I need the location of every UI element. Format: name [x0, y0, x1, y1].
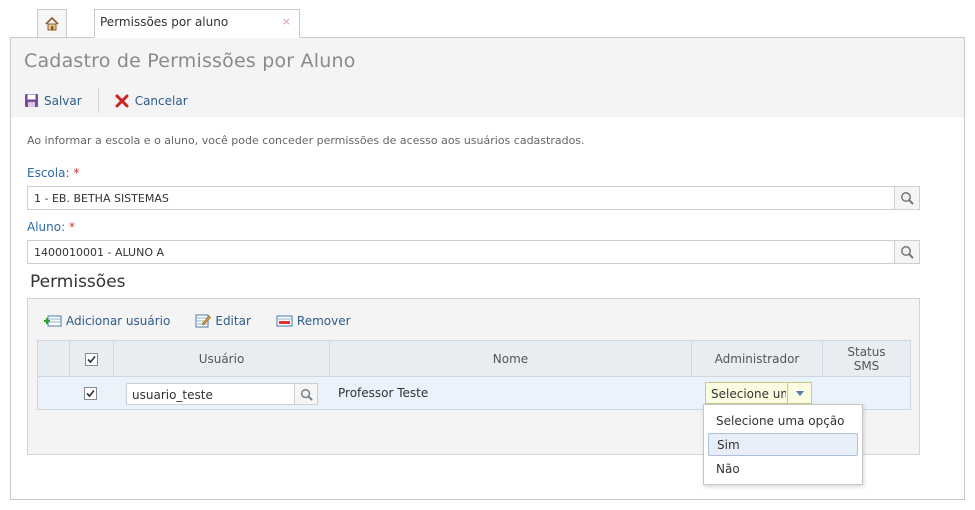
add-user-label: Adicionar usuário: [66, 313, 171, 328]
aluno-label: Aluno: *: [27, 220, 75, 234]
permissions-toolbar: Adicionar usuário Editar Remover: [44, 313, 376, 328]
tab-permissoes-por-aluno[interactable]: Permissões por aluno ×: [94, 9, 300, 38]
aluno-lookup-field[interactable]: 1400010001 - ALUNO A: [27, 240, 920, 264]
save-icon: [25, 94, 38, 107]
form-hint: Ao informar a escola e o aluno, você pod…: [27, 134, 585, 147]
header-select-all: [70, 341, 114, 377]
edit-label: Editar: [215, 313, 251, 328]
required-marker: *: [73, 166, 80, 180]
search-icon: [901, 192, 914, 205]
aluno-label-text: Aluno:: [27, 220, 66, 234]
toolbar-divider: [97, 88, 99, 113]
page-title: Cadastro de Permissões por Aluno: [24, 50, 356, 72]
row-checkbox[interactable]: [84, 386, 97, 400]
add-user-button[interactable]: Adicionar usuário: [44, 314, 170, 328]
usuario-value: usuario_teste: [132, 388, 213, 402]
remove-row-icon: [276, 315, 293, 326]
aluno-value: 1400010001 - ALUNO A: [34, 246, 165, 259]
header-status-sms[interactable]: Status SMS: [823, 341, 910, 377]
usuario-search-button[interactable]: [294, 384, 317, 404]
row-checkbox-cell: [84, 377, 97, 409]
escola-lookup-field[interactable]: 1 - EB. BETHA SISTEMAS: [27, 186, 920, 210]
search-icon: [300, 388, 313, 401]
cancel-label: Cancelar: [134, 93, 188, 108]
header-status-line1: Status: [847, 345, 886, 359]
toolbar: Salvar Cancelar: [24, 88, 188, 113]
header-usuario[interactable]: Usuário: [114, 341, 330, 377]
tab-bar: Permissões por aluno ×: [0, 0, 975, 38]
dropdown-arrow-icon: [795, 390, 804, 396]
escola-search-button[interactable]: [894, 187, 919, 209]
cancel-button[interactable]: Cancelar: [115, 94, 188, 108]
usuario-lookup-field[interactable]: usuario_teste: [126, 383, 318, 405]
aluno-search-button[interactable]: [894, 241, 919, 263]
escola-value: 1 - EB. BETHA SISTEMAS: [34, 192, 169, 205]
permissions-grid: Usuário Nome Administrador Status SMS us…: [37, 340, 911, 410]
grid-header: Usuário Nome Administrador Status SMS: [38, 341, 910, 377]
chevron-down-icon[interactable]: [787, 383, 811, 403]
checkmark-icon: [87, 355, 96, 363]
close-icon[interactable]: ×: [282, 15, 291, 28]
edit-icon: [195, 314, 212, 328]
cancel-x-icon: [115, 94, 129, 107]
save-label: Salvar: [44, 93, 82, 108]
permissions-title: Permissões: [30, 272, 126, 292]
search-icon: [901, 246, 914, 259]
tab-home[interactable]: [37, 9, 67, 37]
header-administrador[interactable]: Administrador: [692, 341, 823, 377]
checkmark-icon: [86, 389, 95, 397]
remove-button[interactable]: Remover: [276, 314, 351, 328]
home-icon: [45, 16, 59, 30]
administrador-select-value: Selecione uma opção: [711, 387, 786, 401]
save-button[interactable]: Salvar: [24, 93, 82, 108]
nome-cell: Professor Teste: [338, 386, 429, 400]
add-row-icon: [44, 315, 62, 326]
header-nome[interactable]: Nome: [330, 341, 692, 377]
dropdown-option-sim[interactable]: Sim: [708, 433, 858, 456]
select-all-checkbox[interactable]: [85, 352, 98, 366]
edit-button[interactable]: Editar: [195, 313, 251, 328]
administrador-select[interactable]: Selecione uma opção: [705, 382, 812, 404]
tab-label: Permissões por aluno: [100, 15, 229, 29]
escola-label: Escola: *: [27, 166, 79, 180]
administrador-dropdown-list: Selecione uma opção Sim Não: [703, 404, 863, 485]
panel-header: Cadastro de Permissões por Aluno Salvar …: [11, 38, 964, 117]
dropdown-option-nao[interactable]: Não: [708, 457, 858, 480]
header-status-line2: SMS: [853, 359, 880, 373]
escola-label-text: Escola:: [27, 166, 70, 180]
required-marker: *: [68, 220, 75, 234]
remove-label: Remover: [296, 313, 351, 328]
dropdown-option-selecione[interactable]: Selecione uma opção: [708, 409, 858, 432]
header-spacer: [38, 341, 70, 377]
